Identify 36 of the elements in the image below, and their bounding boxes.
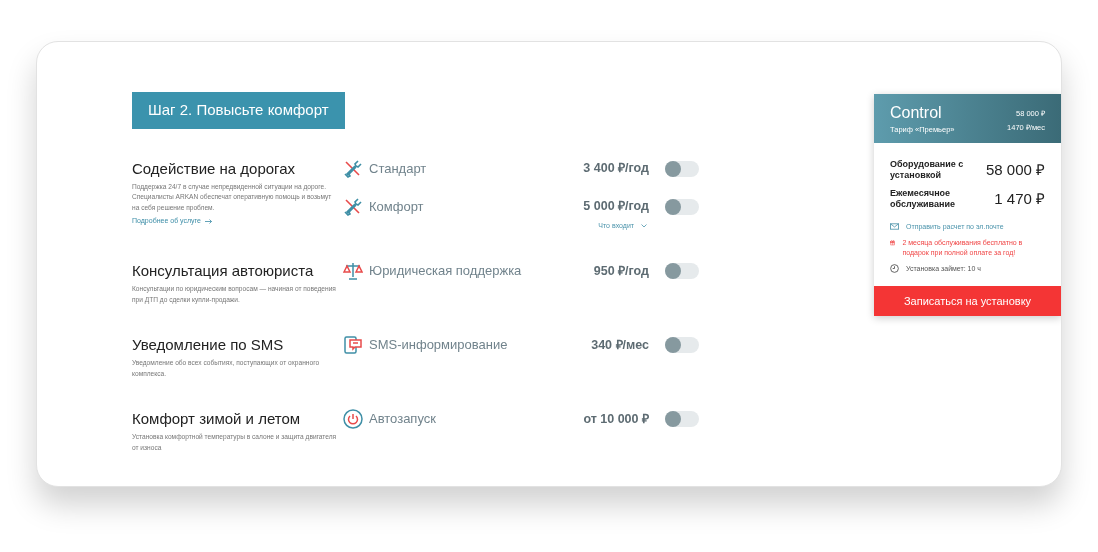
gift-icon	[890, 238, 896, 247]
tools-icon	[343, 158, 363, 179]
section-title: Комфорт зимой и летом	[132, 409, 302, 429]
arrow-right-icon	[204, 218, 212, 224]
summary-label: Оборудование с установкой	[890, 159, 965, 182]
phone-message-icon	[343, 335, 363, 355]
option-label: Автозапуск	[369, 410, 437, 429]
clock-icon	[890, 264, 899, 273]
option-label: Комфорт	[369, 197, 425, 216]
power-icon	[343, 409, 363, 429]
option-label: Стандарт	[369, 159, 428, 178]
section-title: Содействие на дорогах	[132, 158, 297, 179]
step-title: Шаг 2. Повысьте комфорт	[132, 92, 345, 129]
product-name: Control	[890, 104, 943, 122]
chevron-down-icon	[641, 223, 647, 228]
summary-value: 58 000 ₽	[985, 160, 1045, 180]
section-title: Консультация автоюриста	[132, 261, 315, 281]
signup-button[interactable]: Записаться на установку	[874, 286, 1061, 316]
toggle-switch[interactable]	[665, 160, 699, 177]
tools-icon	[343, 196, 363, 217]
option-label: SMS-информирование	[369, 336, 509, 355]
option-price: 340 ₽/мес	[590, 336, 649, 354]
option-label: Юридическая поддержка	[369, 262, 523, 281]
option-price: от 10 000 ₽	[582, 410, 649, 428]
option-price: 3 400 ₽/год	[582, 160, 649, 178]
section-title: Уведомление по SMS	[132, 335, 285, 355]
scales-icon	[343, 261, 363, 281]
option-price: 950 ₽/год	[592, 262, 649, 280]
toggle-switch[interactable]	[665, 198, 699, 215]
toggle-switch[interactable]	[665, 337, 699, 353]
summary-value: 1 470 ₽	[994, 188, 1045, 209]
toggle-switch[interactable]	[665, 411, 699, 427]
summary-label: Ежемесячное обслуживание	[890, 187, 956, 210]
email-icon	[890, 222, 899, 231]
toggle-switch[interactable]	[665, 263, 699, 279]
option-price: 5 000 ₽/год	[582, 198, 649, 216]
